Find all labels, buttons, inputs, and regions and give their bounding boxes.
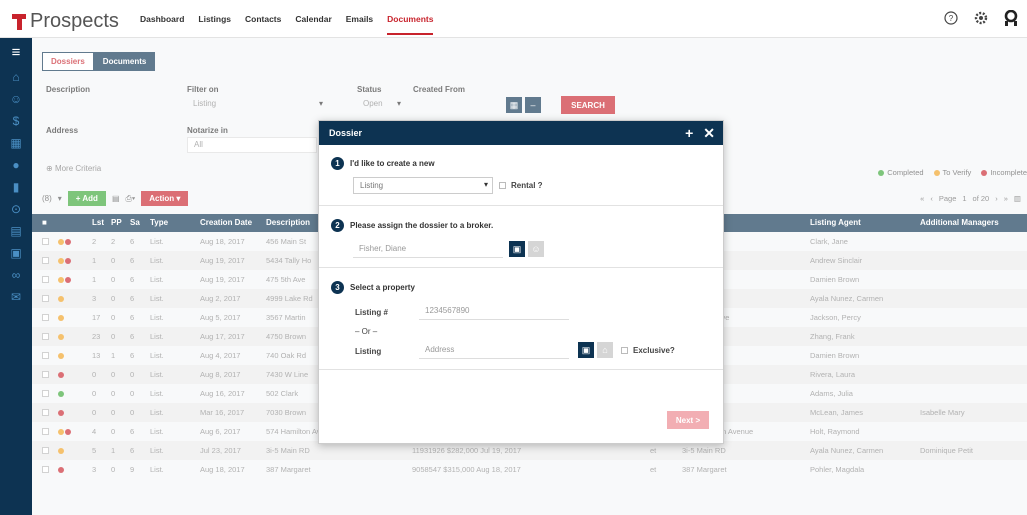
plus-icon[interactable]: + — [685, 125, 693, 142]
nav-documents[interactable]: Documents — [387, 14, 434, 35]
gear-icon[interactable] — [973, 10, 989, 26]
app-logo[interactable]: Prospects — [12, 10, 119, 33]
address-placeholder: Address — [425, 345, 455, 354]
stats-icon[interactable]: ▮ — [0, 176, 32, 198]
exclusive-checkbox[interactable] — [621, 347, 628, 354]
home-icon[interactable]: ⌂ — [0, 66, 32, 88]
nav-emails[interactable]: Emails — [346, 14, 373, 35]
listing-number-input[interactable]: 1234567890 — [419, 303, 569, 320]
app-name: Prospects — [30, 10, 119, 32]
listing-label: Listing — [355, 347, 382, 356]
listings-icon[interactable]: ▦ — [0, 132, 32, 154]
mail-icon[interactable]: ✉ — [0, 286, 32, 308]
nav-listings[interactable]: Listings — [198, 14, 231, 35]
search-icon[interactable]: ⊙ — [0, 198, 32, 220]
user-icon[interactable] — [1003, 10, 1019, 26]
document-icon[interactable]: ▤ — [0, 220, 32, 242]
nav-dashboard[interactable]: Dashboard — [140, 14, 184, 35]
rental-label: Rental ? — [511, 181, 543, 190]
step-3: 3 Select a property — [331, 281, 415, 294]
top-icons: ? — [943, 10, 1019, 26]
divider — [319, 369, 723, 370]
dollar-icon[interactable]: $ — [0, 110, 32, 132]
modal-title: Dossier — [329, 128, 363, 138]
help-icon[interactable]: ? — [943, 10, 959, 26]
listing-home-icon[interactable]: ⌂ — [597, 342, 613, 358]
link-icon[interactable]: ∞ — [0, 264, 32, 286]
step-1: 1 I'd like to create a new — [331, 157, 435, 170]
dossier-type-select[interactable]: Listing ▾ — [353, 177, 493, 194]
divider — [319, 205, 723, 206]
chevron-down-icon: ▾ — [483, 180, 488, 189]
dossier-type-value: Listing — [360, 181, 384, 190]
broker-value: Fisher, Diane — [359, 244, 407, 253]
step-1-number: 1 — [331, 157, 344, 170]
menu-icon[interactable]: ≡ — [0, 38, 32, 66]
divider — [319, 267, 723, 268]
or-separator: – Or – — [355, 327, 378, 336]
step-2-text: Please assign the dossier to a broker. — [350, 221, 494, 230]
chat-icon[interactable]: ● — [0, 154, 32, 176]
step-3-number: 3 — [331, 281, 344, 294]
step-1-text: I'd like to create a new — [350, 159, 435, 168]
listing-address-input[interactable]: Address — [419, 342, 569, 359]
step-3-text: Select a property — [350, 283, 415, 292]
listing-lookup-icon[interactable]: ▣ — [578, 342, 594, 358]
logo-icon — [12, 13, 26, 30]
broker-lookup-icon[interactable]: ▣ — [509, 241, 525, 257]
close-icon[interactable]: ✕ — [703, 125, 715, 142]
step-2-number: 2 — [331, 219, 344, 232]
svg-text:?: ? — [949, 14, 954, 23]
sidebar: ≡ ⌂ ☺ $ ▦ ● ▮ ⊙ ▤ ▣ ∞ ✉ — [0, 38, 32, 515]
modal-header: Dossier + ✕ — [319, 121, 723, 145]
broker-profile-icon[interactable]: ☺ — [528, 241, 544, 257]
nav-calendar[interactable]: Calendar — [295, 14, 331, 35]
step-2: 2 Please assign the dossier to a broker. — [331, 219, 493, 232]
top-bar: Prospects Dashboard Listings Contacts Ca… — [0, 0, 1027, 38]
listing-number-label: Listing # — [355, 308, 388, 317]
next-button[interactable]: Next > — [667, 411, 709, 429]
exclusive-label: Exclusive? — [633, 346, 675, 355]
calendar-icon[interactable]: ▣ — [0, 242, 32, 264]
dossier-modal: Dossier + ✕ 1 I'd like to create a new L… — [318, 120, 724, 444]
nav-contacts[interactable]: Contacts — [245, 14, 281, 35]
main-nav: Dashboard Listings Contacts Calendar Ema… — [140, 14, 447, 35]
broker-input[interactable]: Fisher, Diane — [353, 241, 503, 258]
rental-checkbox[interactable] — [499, 182, 506, 189]
listing-number-value: 1234567890 — [425, 306, 470, 315]
contacts-icon[interactable]: ☺ — [0, 88, 32, 110]
